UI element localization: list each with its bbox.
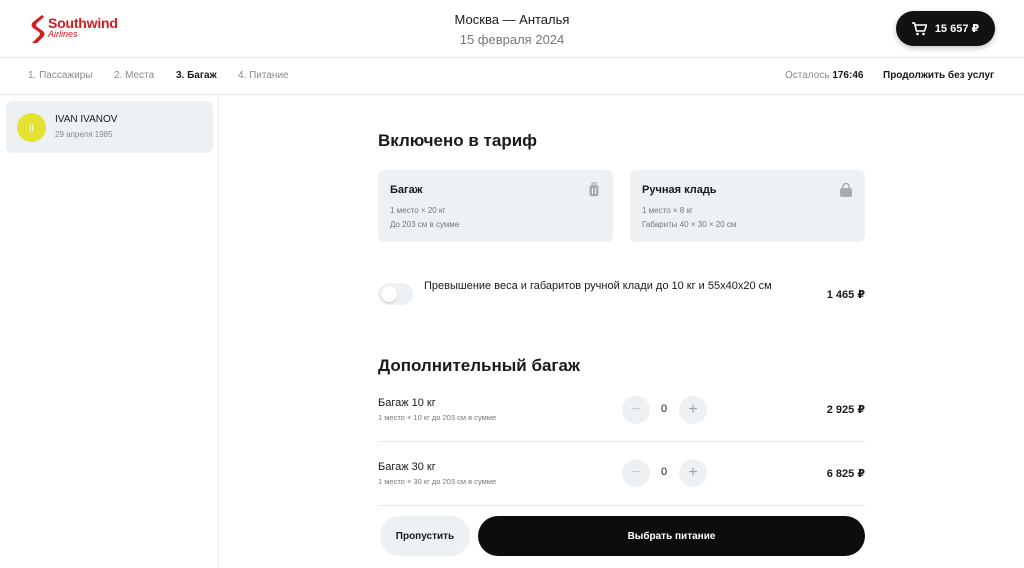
- toggle-knob: [381, 286, 397, 302]
- excess-carryon-toggle[interactable]: [378, 283, 413, 305]
- step-seats[interactable]: 2. Места: [114, 70, 154, 81]
- row-divider: [378, 505, 865, 506]
- bag-10-quantity: 0: [660, 403, 668, 415]
- cart-button[interactable]: 15 657 ₽: [896, 11, 995, 46]
- step-meals[interactable]: 4. Питание: [238, 70, 289, 81]
- route-date: 15 февраля 2024: [459, 32, 565, 47]
- logo-mark-icon: [31, 15, 45, 43]
- airline-logo[interactable]: Southwind Airlines: [28, 13, 118, 45]
- card-line: Габариты 40 × 30 × 20 см: [642, 220, 737, 229]
- step-baggage[interactable]: 3. Багаж: [176, 70, 217, 81]
- cart-total: 15 657 ₽: [934, 23, 980, 35]
- excess-carryon-price: 1 465 ₽: [826, 289, 865, 301]
- skip-button[interactable]: Пропустить: [380, 516, 470, 556]
- booking-steps: 1. Пассажиры 2. Места 3. Багаж 4. Питани…: [0, 58, 1024, 95]
- header: Southwind Airlines Москва — Анталья 15 ф…: [0, 0, 1024, 58]
- extra-bag-10-price: 2 925 ₽: [826, 404, 865, 416]
- step-passengers[interactable]: 1. Пассажиры: [28, 70, 92, 81]
- bag-10-decrement-button[interactable]: −: [622, 396, 650, 424]
- bag-30-decrement-button[interactable]: −: [622, 459, 650, 487]
- extra-bag-10-title: Багаж 10 кг: [378, 397, 436, 409]
- extra-baggage-heading: Дополнительный багаж: [378, 356, 580, 375]
- logo-subtitle: Airlines: [48, 29, 78, 39]
- excess-carryon-label: Превышение веса и габаритов ручной клади…: [424, 280, 772, 292]
- passenger-card[interactable]: II IVAN IVANOV 29 апреля 1985: [6, 101, 213, 153]
- timer-value: 176:46: [832, 70, 864, 81]
- bag-icon: [840, 182, 852, 197]
- passenger-name: IVAN IVANOV: [55, 114, 118, 125]
- choose-meals-button[interactable]: Выбрать питание: [478, 516, 865, 556]
- included-heading: Включено в тариф: [378, 131, 538, 150]
- card-line: 1 место × 20 кг: [390, 206, 446, 215]
- plus-icon: +: [688, 401, 698, 418]
- route-title: Москва — Анталья: [454, 12, 570, 27]
- flight-route: Москва — Анталья 15 февраля 2024: [0, 12, 1024, 47]
- cart-icon: [911, 21, 927, 35]
- plus-icon: +: [688, 464, 698, 481]
- card-title: Ручная кладь: [642, 184, 717, 196]
- extra-bag-30-title: Багаж 30 кг: [378, 461, 436, 473]
- extra-bag-10-sub: 1 место × 10 кг до 203 см в сумме: [378, 413, 497, 422]
- card-line: 1 место × 8 кг: [642, 206, 693, 215]
- bag-30-quantity: 0: [660, 466, 668, 478]
- bag-10-increment-button[interactable]: +: [679, 396, 707, 424]
- continue-without-services-link[interactable]: Продолжить без услуг: [883, 70, 994, 81]
- row-divider: [378, 441, 865, 442]
- card-line: До 203 см в сумме: [390, 220, 460, 229]
- extra-bag-30-sub: 1 место × 30 кг до 203 см в сумме: [378, 477, 497, 486]
- included-carryon-card: Ручная кладь 1 место × 8 кг Габариты 40 …: [630, 170, 865, 242]
- passenger-sidebar: II IVAN IVANOV 29 апреля 1985: [0, 95, 219, 568]
- bag-30-increment-button[interactable]: +: [679, 459, 707, 487]
- extra-bag-30-price: 6 825 ₽: [826, 468, 865, 480]
- card-title: Багаж: [390, 184, 423, 196]
- suitcase-icon: [589, 182, 599, 197]
- logo-name: Southwind: [48, 15, 118, 31]
- session-timer: Осталось 176:46: [785, 70, 863, 81]
- timer-label: Осталось: [785, 70, 830, 81]
- included-baggage-card: Багаж 1 место × 20 кг До 203 см в сумме: [378, 170, 613, 242]
- minus-icon: −: [631, 464, 641, 481]
- minus-icon: −: [631, 401, 641, 418]
- passenger-dob: 29 апреля 1985: [55, 130, 113, 139]
- avatar: II: [17, 113, 46, 142]
